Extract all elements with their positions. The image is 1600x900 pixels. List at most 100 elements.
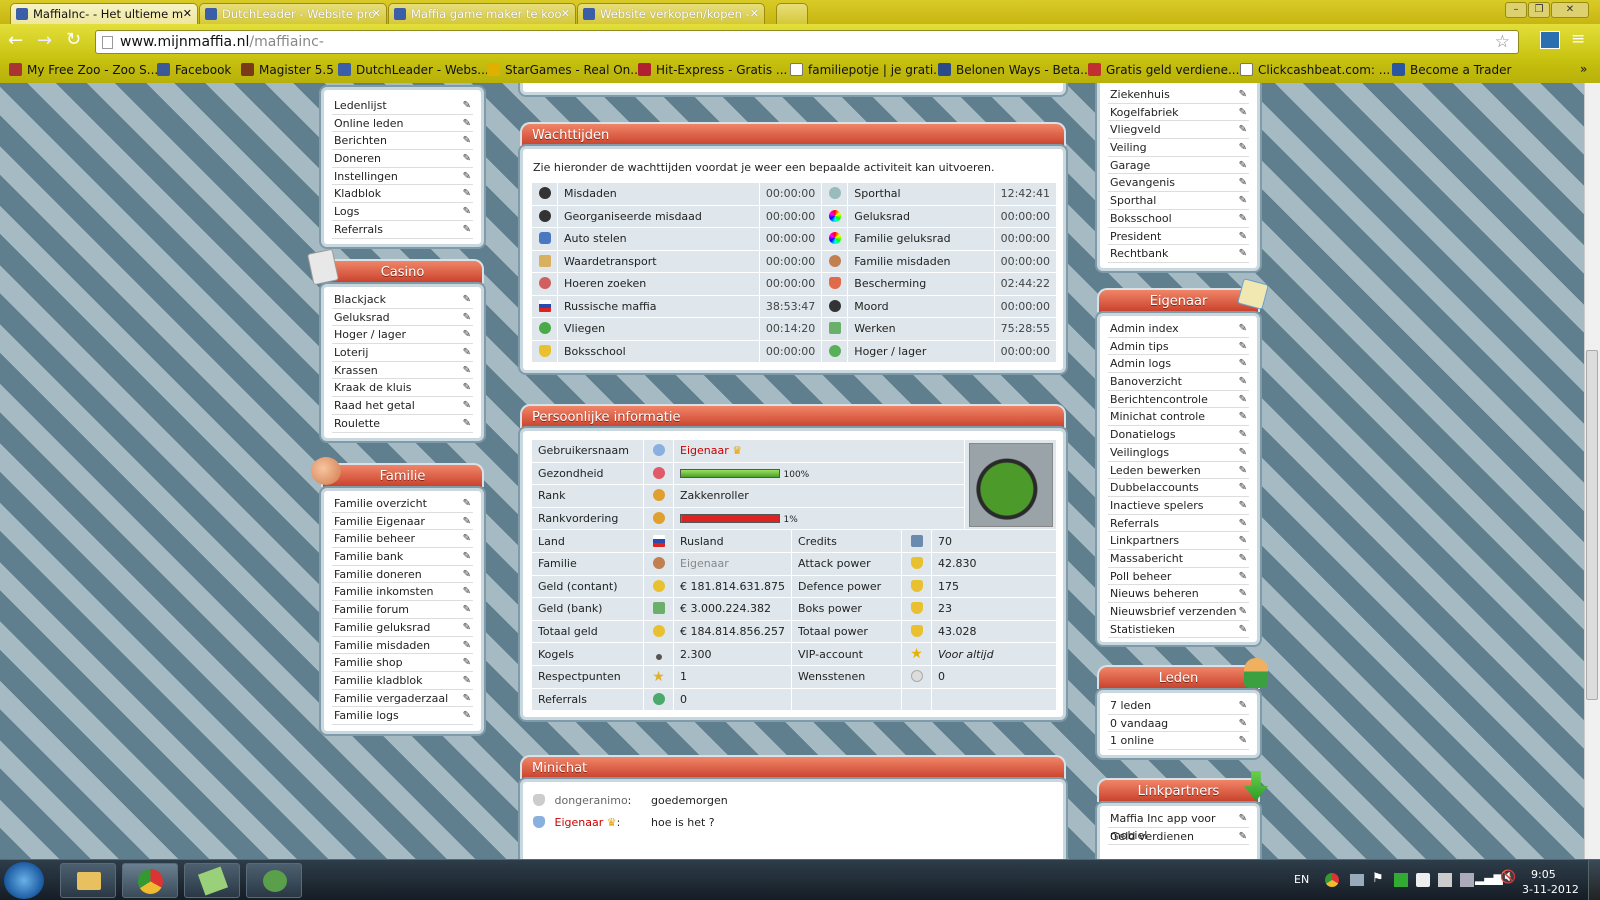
menu-item[interactable]: Dubbelaccounts ✎ xyxy=(1108,479,1249,497)
volume-icon[interactable]: 🔇 xyxy=(1500,870,1516,885)
scrollbar-thumb[interactable] xyxy=(1586,350,1598,700)
menu-item[interactable]: Admin tips ✎ xyxy=(1108,338,1249,356)
menu-item[interactable]: Familie forum ✎ xyxy=(332,601,473,619)
close-tab-icon[interactable]: ✕ xyxy=(561,7,570,20)
close-tab-icon[interactable]: ✕ xyxy=(750,7,759,20)
network-icon[interactable]: ▂▄▆ xyxy=(1475,871,1503,885)
tray-app-icon[interactable] xyxy=(1394,873,1408,887)
close-tab-icon[interactable]: ✕ xyxy=(372,7,381,20)
bookmark[interactable]: Become a Trader xyxy=(1392,63,1511,77)
menu-item[interactable]: Statistieken ✎ xyxy=(1108,621,1249,639)
menu-item[interactable]: Garage ✎ xyxy=(1108,157,1249,175)
reload-icon[interactable]: ↻ xyxy=(66,29,81,50)
tab-dutchleader[interactable]: DutchLeader - Website pro ✕ xyxy=(199,3,387,24)
menu-item[interactable]: Ziekenhuis ✎ xyxy=(1108,86,1249,104)
close-tab-icon[interactable]: ✕ xyxy=(183,7,192,20)
tab-website-verkopen[interactable]: Website verkopen/kopen - ✕ xyxy=(577,3,765,24)
menu-item[interactable]: Veilinglogs ✎ xyxy=(1108,444,1249,462)
menu-item[interactable]: Krassen ✎ xyxy=(332,362,473,380)
menu-item[interactable]: Familie Eigenaar ✎ xyxy=(332,513,473,531)
menu-item[interactable]: Veiling ✎ xyxy=(1108,139,1249,157)
language-indicator[interactable]: EN xyxy=(1294,873,1309,886)
menu-item[interactable]: Geluksrad ✎ xyxy=(332,309,473,327)
clock-date[interactable]: 3-11-2012 xyxy=(1522,883,1579,896)
avatar[interactable] xyxy=(964,438,1057,531)
bookmark[interactable]: DutchLeader - Webs... xyxy=(338,63,489,77)
close-window-button[interactable]: ✕ xyxy=(1551,2,1589,18)
bookmark[interactable]: familiepotje | je grati... xyxy=(790,63,945,77)
menu-item[interactable]: Familie doneren ✎ xyxy=(332,566,473,584)
menu-item[interactable]: Doneren ✎ xyxy=(332,150,473,168)
bookmark-star-icon[interactable]: ☆ xyxy=(1495,32,1510,52)
menu-item[interactable]: Roulette ✎ xyxy=(332,415,473,433)
bookmark[interactable]: Belonen Ways - Beta... xyxy=(938,63,1092,77)
menu-item[interactable]: Instellingen ✎ xyxy=(332,168,473,186)
menu-item[interactable]: Massabericht ✎ xyxy=(1108,550,1249,568)
bookmark[interactable]: Facebook xyxy=(157,63,231,77)
back-icon[interactable]: ← xyxy=(8,30,23,51)
menu-item[interactable]: Raad het getal ✎ xyxy=(332,397,473,415)
users-taskbar-button[interactable] xyxy=(246,863,302,898)
show-desktop-button[interactable] xyxy=(1588,860,1600,900)
new-tab-button[interactable] xyxy=(776,3,808,24)
menu-item[interactable]: Loterij ✎ xyxy=(332,344,473,362)
explorer-taskbar-button[interactable] xyxy=(60,863,116,898)
menu-item[interactable]: Online leden ✎ xyxy=(332,115,473,133)
bookmark[interactable]: Hit-Express - Gratis ... xyxy=(638,63,787,77)
forward-icon[interactable]: → xyxy=(37,30,52,51)
menu-item[interactable]: Familie bank ✎ xyxy=(332,548,473,566)
menu-item[interactable]: Sporthal ✎ xyxy=(1108,192,1249,210)
menu-item[interactable]: Familie overzicht ✎ xyxy=(332,495,473,513)
menu-item[interactable]: Referrals ✎ xyxy=(332,221,473,239)
menu-item[interactable]: President ✎ xyxy=(1108,228,1249,246)
menu-item[interactable]: Donatielogs ✎ xyxy=(1108,426,1249,444)
menu-item[interactable]: Linkpartners ✎ xyxy=(1108,532,1249,550)
menu-item[interactable]: 1 online ✎ xyxy=(1108,732,1249,751)
menu-item[interactable]: Minichat controle ✎ xyxy=(1108,408,1249,427)
menu-item[interactable]: Berichtencontrole ✎ xyxy=(1108,391,1249,409)
clock-time[interactable]: 9:05 xyxy=(1531,868,1556,881)
menu-item[interactable]: Berichten ✎ xyxy=(332,132,473,151)
tray-usb-icon[interactable] xyxy=(1438,873,1452,887)
tray-chrome-icon[interactable] xyxy=(1325,873,1339,887)
menu-item[interactable]: 0 vandaag ✎ xyxy=(1108,715,1249,733)
bookmark[interactable]: Gratis geld verdiene... xyxy=(1088,63,1239,77)
menu-item[interactable]: Blackjack ✎ xyxy=(332,291,473,309)
menu-item[interactable]: Referrals ✎ xyxy=(1108,515,1249,533)
tray-device-icon[interactable] xyxy=(1350,874,1364,886)
menu-item[interactable]: Kogelfabriek ✎ xyxy=(1108,104,1249,122)
menu-item[interactable]: Familie misdaden ✎ xyxy=(332,637,473,655)
more-bookmarks-icon[interactable]: » xyxy=(1580,62,1587,76)
menu-item[interactable]: Gevangenis ✎ xyxy=(1108,174,1249,193)
bookmark[interactable]: My Free Zoo - Zoo S... xyxy=(9,63,158,77)
menu-item[interactable]: Boksschool ✎ xyxy=(1108,210,1249,228)
start-button[interactable] xyxy=(4,862,44,899)
tray-flag-icon[interactable]: ⚑ xyxy=(1372,871,1384,886)
bookmark[interactable]: Magister 5.5 xyxy=(241,63,334,77)
tab-maffia-game[interactable]: Maffia game maker te koo ✕ xyxy=(388,3,576,24)
tray-note-icon[interactable] xyxy=(1416,873,1430,887)
tab-maffiainc[interactable]: MaffiaInc- - Het ultieme m ✕ xyxy=(10,3,198,24)
minimize-button[interactable]: – xyxy=(1505,2,1527,18)
menu-item[interactable]: Nieuwsbrief verzenden ✎ xyxy=(1108,603,1249,621)
extension-icon[interactable] xyxy=(1540,31,1560,49)
menu-item[interactable]: Inactieve spelers ✎ xyxy=(1108,497,1249,515)
menu-item[interactable]: Leden bewerken ✎ xyxy=(1108,462,1249,480)
menu-item[interactable]: Geld verdienen ✎ xyxy=(1108,828,1249,846)
menu-item[interactable]: Hoger / lager ✎ xyxy=(332,326,473,345)
menu-item[interactable]: Kladblok ✎ xyxy=(332,185,473,204)
menu-item[interactable]: Familie inkomsten ✎ xyxy=(332,583,473,602)
menu-item[interactable]: Logs ✎ xyxy=(332,203,473,221)
app-taskbar-button[interactable] xyxy=(184,863,240,898)
menu-item[interactable]: Vliegveld ✎ xyxy=(1108,121,1249,140)
menu-item[interactable]: Rechtbank ✎ xyxy=(1108,245,1249,263)
menu-icon[interactable]: ≡ xyxy=(1571,29,1585,49)
address-bar[interactable]: www.mijnmaffia.nl/maffiainc- ☆ xyxy=(95,30,1519,54)
menu-item[interactable]: Admin index ✎ xyxy=(1108,320,1249,338)
chrome-taskbar-button[interactable] xyxy=(122,863,178,898)
menu-item[interactable]: Familie kladblok ✎ xyxy=(332,672,473,690)
bookmark[interactable]: Clickcashbeat.com: ... xyxy=(1240,63,1390,77)
maximize-button[interactable]: ❐ xyxy=(1528,2,1550,18)
menu-item[interactable]: Poll beheer ✎ xyxy=(1108,568,1249,586)
menu-item[interactable]: Familie logs ✎ xyxy=(332,707,473,725)
